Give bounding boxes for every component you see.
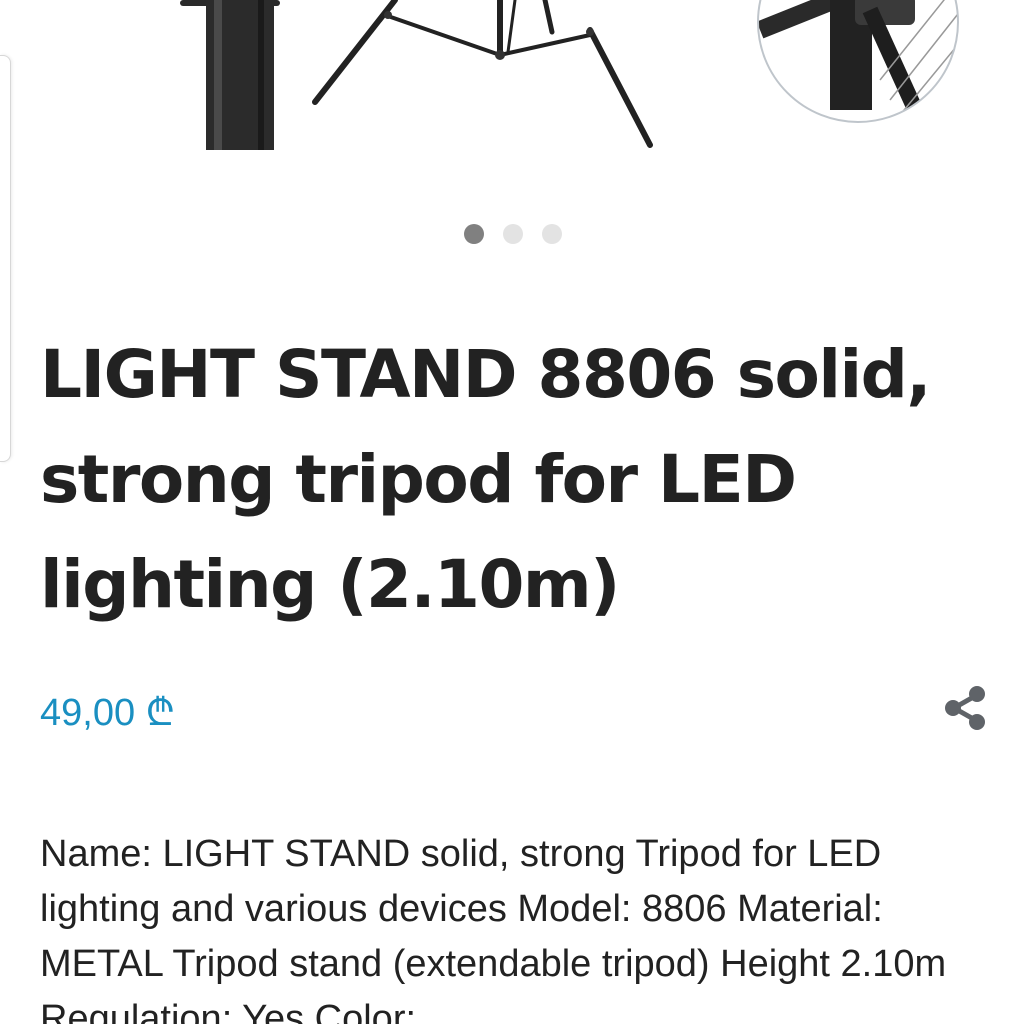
tripod-base-image (312, 0, 653, 148)
share-button[interactable] (940, 683, 990, 733)
product-photo (180, 0, 959, 150)
product-image-gallery[interactable] (0, 0, 1024, 260)
share-icon (945, 686, 985, 730)
pole-detail-image (180, 0, 280, 150)
gallery-dot-1[interactable] (464, 224, 484, 244)
product-description: Name: LIGHT STAND solid, strong Tripod f… (40, 833, 947, 1024)
gallery-dot-2[interactable] (503, 224, 523, 244)
product-title: LIGHT STAND 8806 solid, strong tripod fo… (40, 336, 931, 623)
product-page: LIGHT STAND 8806 solid, strong tripod fo… (0, 0, 1024, 1024)
gallery-pagination (464, 224, 562, 244)
gallery-dot-3[interactable] (542, 224, 562, 244)
price-row: 49,00 ₾ (40, 683, 990, 734)
detail-inset-image (757, 0, 959, 123)
product-price: 49,00 ₾ (40, 692, 175, 734)
